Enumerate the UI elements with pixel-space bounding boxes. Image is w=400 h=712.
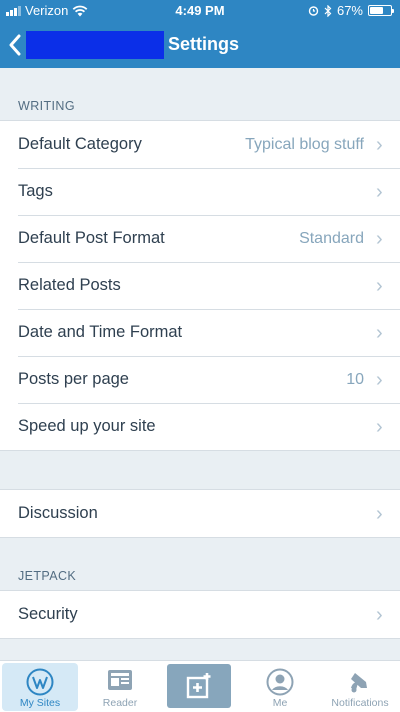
section-header-jetpack: JETPACK xyxy=(18,569,77,583)
row-value: Standard xyxy=(299,229,364,247)
site-name-redacted xyxy=(26,31,164,59)
section-header-writing: WRITING xyxy=(18,99,75,113)
status-right: 67% xyxy=(308,3,394,18)
chevron-right-icon: › xyxy=(376,321,383,344)
security-row[interactable]: Security › xyxy=(0,591,400,638)
date-time-format-row[interactable]: Date and Time Format › xyxy=(0,309,400,356)
row-label: Speed up your site xyxy=(18,417,156,435)
wordpress-icon xyxy=(26,668,54,696)
tab-label: Me xyxy=(272,697,288,709)
row-value: 10 xyxy=(346,370,364,388)
tab-notifications[interactable]: Notifications xyxy=(322,663,398,711)
reader-icon xyxy=(108,670,132,690)
row-label: Default Category xyxy=(18,135,142,153)
tab-label: My Sites xyxy=(19,697,61,709)
page-title: Settings xyxy=(168,34,240,54)
back-button[interactable] xyxy=(8,30,168,60)
chevron-right-icon: › xyxy=(376,274,383,297)
me-icon xyxy=(266,668,294,696)
write-post-button[interactable] xyxy=(167,664,231,708)
tab-label: Reader xyxy=(102,697,138,709)
related-posts-row[interactable]: Related Posts › xyxy=(0,262,400,309)
battery-icon xyxy=(368,5,394,16)
chevron-right-icon: › xyxy=(376,133,383,156)
tab-label: Notifications xyxy=(331,697,389,709)
chevron-right-icon: › xyxy=(376,227,383,250)
chevron-left-icon xyxy=(9,34,21,56)
default-category-row[interactable]: Default Category Typical blog stuff › xyxy=(0,121,400,168)
jetpack-group: Security › xyxy=(0,590,400,639)
chevron-right-icon: › xyxy=(376,368,383,391)
bell-icon xyxy=(351,673,367,693)
navigation-bar: Settings xyxy=(0,22,400,68)
chevron-right-icon: › xyxy=(376,415,383,438)
row-label: Posts per page xyxy=(18,370,129,388)
write-post-icon xyxy=(186,673,211,699)
tab-me[interactable]: Me xyxy=(242,663,318,711)
tab-bar: My Sites Reader Me Notifications xyxy=(0,660,400,712)
posts-per-page-row[interactable]: Posts per page 10 › xyxy=(0,356,400,403)
row-label: Date and Time Format xyxy=(18,323,183,341)
chevron-right-icon: › xyxy=(376,502,383,525)
tab-my-sites[interactable]: My Sites xyxy=(2,663,78,711)
status-bar: Verizon 4:49 PM 67% xyxy=(0,0,400,22)
row-label: Default Post Format xyxy=(18,229,165,247)
discussion-group: Discussion › xyxy=(0,489,400,538)
row-value: Typical blog stuff xyxy=(245,135,364,153)
row-label: Tags xyxy=(18,182,53,200)
settings-list[interactable]: WRITING Default Category Typical blog st… xyxy=(0,68,400,660)
row-label: Security xyxy=(18,605,78,623)
discussion-row[interactable]: Discussion › xyxy=(0,490,400,537)
speed-up-site-row[interactable]: Speed up your site › xyxy=(0,403,400,450)
writing-group: Default Category Typical blog stuff › Ta… xyxy=(0,120,400,451)
bluetooth-icon xyxy=(324,4,332,17)
chevron-right-icon: › xyxy=(376,603,383,626)
tab-reader[interactable]: Reader xyxy=(82,663,158,711)
alarm-icon xyxy=(308,6,319,16)
chevron-right-icon: › xyxy=(376,180,383,203)
battery-percent: 67% xyxy=(336,3,363,18)
tags-row[interactable]: Tags › xyxy=(0,168,400,215)
default-post-format-row[interactable]: Default Post Format Standard › xyxy=(0,215,400,262)
row-label: Discussion xyxy=(18,504,98,522)
row-label: Related Posts xyxy=(18,276,121,294)
